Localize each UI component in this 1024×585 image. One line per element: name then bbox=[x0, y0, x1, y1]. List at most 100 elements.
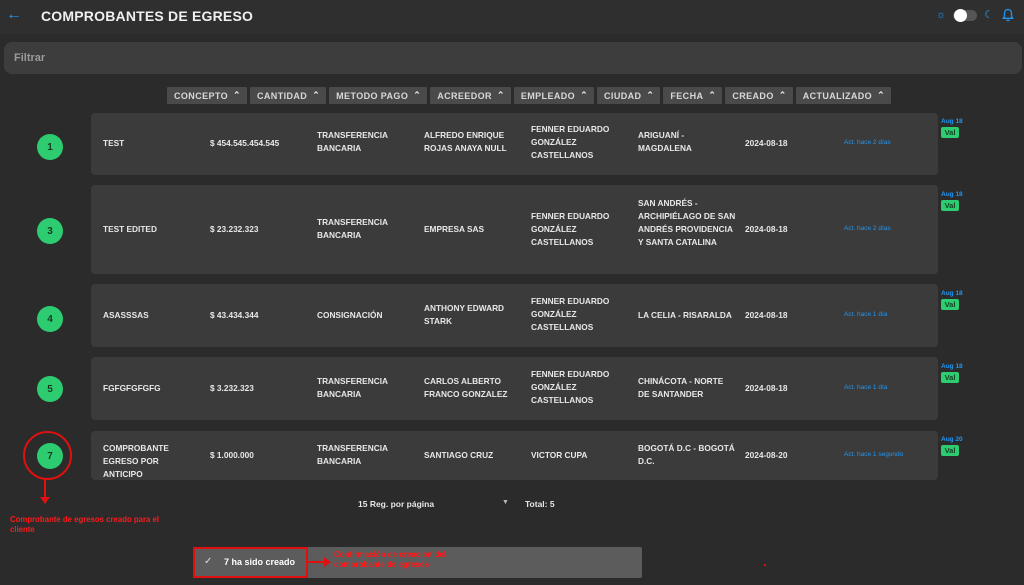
annotation-arrow-down bbox=[44, 479, 46, 499]
table-row[interactable]: 4 ASASSSAS $ 43.434.344 CONSIGNACIÓN ANT… bbox=[0, 284, 1024, 347]
header-label: ACREEDOR bbox=[437, 90, 492, 101]
cell-concepto: FGFGFGFGFG bbox=[103, 383, 161, 393]
cell-metodo: TRANSFERENCIA BANCARIA bbox=[317, 217, 388, 240]
created-info: Aug 18 Val bbox=[941, 118, 963, 138]
cell-actualizado: Act. hace 2 días bbox=[844, 225, 891, 232]
cell-cantidad: $ 43.434.344 bbox=[210, 310, 259, 320]
cell-actualizado: Act. hace 1 día bbox=[844, 311, 888, 318]
cell-empleado: FENNER EDUARDO GONZÁLEZ CASTELLANOS bbox=[531, 124, 610, 160]
chevron-up-icon: ⌃ bbox=[496, 90, 505, 100]
header-creado[interactable]: CREADO ⌃ bbox=[725, 87, 793, 104]
annotation-confirmation-text: Confirmación de creacion del comprobante… bbox=[334, 550, 447, 569]
header-label: CIUDAD bbox=[604, 90, 642, 101]
cell-empleado: FENNER EDUARDO GONZÁLEZ CASTELLANOS bbox=[531, 211, 610, 247]
row-id-badge: 5 bbox=[37, 376, 63, 402]
table-row[interactable]: 5 FGFGFGFGFG $ 3.232.323 TRANSFERENCIA B… bbox=[0, 357, 1024, 420]
table-row[interactable]: 7 COMPROBANTE EGRESO POR ANTICIPO $ 1.00… bbox=[0, 431, 1024, 480]
row-card[interactable]: COMPROBANTE EGRESO POR ANTICIPO $ 1.000.… bbox=[91, 431, 938, 480]
table-row[interactable]: 3 TEST EDITED $ 23.232.323 TRANSFERENCIA… bbox=[0, 185, 1024, 274]
created-date: Aug 18 bbox=[941, 118, 963, 125]
chevron-up-icon: ⌃ bbox=[778, 90, 787, 100]
created-info: Aug 18 Val bbox=[941, 290, 963, 310]
theme-toggle-knob bbox=[954, 9, 967, 22]
header-concepto[interactable]: CONCEPTO ⌃ bbox=[167, 87, 247, 104]
header-label: ACTUALIZADO bbox=[802, 90, 873, 101]
back-arrow-icon[interactable]: ← bbox=[6, 6, 22, 24]
created-date: Aug 18 bbox=[941, 191, 963, 198]
bell-icon[interactable] bbox=[1002, 8, 1014, 22]
created-date: Aug 18 bbox=[941, 290, 963, 297]
created-info: Aug 18 Val bbox=[941, 191, 963, 211]
cell-fecha: 2024-08-18 bbox=[745, 138, 788, 148]
header-label: CREADO bbox=[732, 90, 774, 101]
chevron-up-icon: ⌃ bbox=[233, 90, 241, 100]
cell-fecha: 2024-08-18 bbox=[745, 383, 788, 393]
annotation-dot bbox=[764, 564, 766, 566]
cell-ciudad: SAN ANDRÉS - ARCHIPIÉLAGO DE SAN ANDRÉS … bbox=[638, 198, 736, 247]
header-empleado[interactable]: EMPLEADO ⌃ bbox=[513, 87, 595, 104]
theme-toggle[interactable] bbox=[953, 9, 977, 22]
row-id-badge: 1 bbox=[37, 134, 63, 160]
total-count: Total: 5 bbox=[525, 499, 555, 509]
cell-actualizado: Act. hace 1 día bbox=[844, 384, 888, 391]
row-id-badge: 4 bbox=[37, 306, 63, 332]
cell-concepto: TEST EDITED bbox=[103, 224, 157, 234]
header-cantidad[interactable]: CANTIDAD ⌃ bbox=[250, 87, 327, 104]
row-card[interactable]: FGFGFGFGFG $ 3.232.323 TRANSFERENCIA BAN… bbox=[91, 357, 938, 420]
created-info: Aug 20 Val bbox=[941, 436, 963, 456]
row-card[interactable]: TEST EDITED $ 23.232.323 TRANSFERENCIA B… bbox=[91, 185, 938, 274]
chevron-up-icon: ⌃ bbox=[580, 90, 589, 100]
cell-acreedor: CARLOS ALBERTO FRANCO GONZALEZ bbox=[424, 376, 508, 399]
row-card[interactable]: ASASSSAS $ 43.434.344 CONSIGNACIÓN ANTHO… bbox=[91, 284, 938, 347]
status-badge: Val bbox=[941, 445, 959, 456]
header-acreedor[interactable]: ACREEDOR ⌃ bbox=[430, 87, 511, 104]
cell-acreedor: ALFREDO ENRIQUE ROJAS ANAYA NULL bbox=[424, 130, 507, 153]
header-label: FECHA bbox=[670, 90, 704, 101]
cell-ciudad: ARIGUANÍ - MAGDALENA bbox=[638, 130, 692, 153]
status-badge: Val bbox=[941, 372, 959, 383]
cell-cantidad: $ 1.000.000 bbox=[210, 450, 254, 460]
cell-cantidad: $ 3.232.323 bbox=[210, 383, 254, 393]
page-title: COMPROBANTES DE EGRESO bbox=[41, 8, 254, 24]
chevron-up-icon: ⌃ bbox=[708, 90, 717, 100]
cell-acreedor: ANTHONY EDWARD STARK bbox=[424, 303, 505, 326]
annotation-created-note: Comprobante de egresos creado para el cl… bbox=[10, 515, 160, 534]
cell-concepto: ASASSSAS bbox=[103, 310, 149, 320]
per-page-select[interactable]: 15 Reg. por página bbox=[358, 499, 434, 509]
table-row[interactable]: 1 TEST $ 454.545.454.545 TRANSFERENCIA B… bbox=[0, 113, 1024, 175]
cell-metodo: CONSIGNACIÓN bbox=[317, 310, 383, 320]
chevron-up-icon: ⌃ bbox=[413, 90, 422, 100]
status-badge: Val bbox=[941, 200, 959, 211]
row-card[interactable]: TEST $ 454.545.454.545 TRANSFERENCIA BAN… bbox=[91, 113, 938, 175]
header-label: CANTIDAD bbox=[257, 90, 308, 101]
header-label: METODO PAGO bbox=[336, 90, 409, 101]
cell-fecha: 2024-08-18 bbox=[745, 224, 788, 234]
cell-acreedor: SANTIAGO CRUZ bbox=[424, 450, 494, 460]
header-fecha[interactable]: FECHA ⌃ bbox=[663, 87, 723, 104]
column-headers: CONCEPTO ⌃ CANTIDAD ⌃ METODO PAGO ⌃ ACREEDO… bbox=[167, 87, 892, 104]
header-metodo-pago[interactable]: METODO PAGO ⌃ bbox=[329, 87, 428, 104]
cell-fecha: 2024-08-18 bbox=[745, 310, 788, 320]
annotation-circle bbox=[23, 431, 72, 480]
chevron-up-icon: ⌃ bbox=[312, 90, 321, 100]
cell-actualizado: Act. hace 1 segundo bbox=[844, 451, 904, 458]
filter-input[interactable] bbox=[4, 42, 1022, 74]
header-actualizado[interactable]: ACTUALIZADO ⌃ bbox=[795, 87, 892, 104]
sun-icon: ☼ bbox=[936, 9, 947, 21]
top-bar: ← COMPROBANTES DE EGRESO ☼ ☾ bbox=[0, 0, 1024, 34]
header-ciudad[interactable]: CIUDAD ⌃ bbox=[597, 87, 661, 104]
header-label: CONCEPTO bbox=[174, 90, 229, 101]
status-badge: Val bbox=[941, 127, 959, 138]
filter-bar bbox=[4, 42, 1022, 74]
toast-message: 7 ha sido creado bbox=[224, 557, 296, 567]
cell-metodo: TRANSFERENCIA BANCARIA bbox=[317, 130, 388, 153]
caret-down-icon[interactable]: ▼ bbox=[502, 499, 509, 506]
cell-actualizado: Act. hace 2 días bbox=[844, 139, 891, 146]
created-date: Aug 18 bbox=[941, 363, 963, 370]
cell-ciudad: BOGOTÁ D.C - BOGOTÁ D.C. bbox=[638, 443, 735, 466]
chevron-up-icon: ⌃ bbox=[646, 90, 655, 100]
moon-icon: ☾ bbox=[984, 9, 994, 21]
cell-metodo: TRANSFERENCIA BANCARIA bbox=[317, 376, 388, 399]
cell-ciudad: LA CELIA - RISARALDA bbox=[638, 310, 732, 320]
annotation-confirmation-note: Confirmación de creacion del comprobante… bbox=[334, 550, 474, 570]
